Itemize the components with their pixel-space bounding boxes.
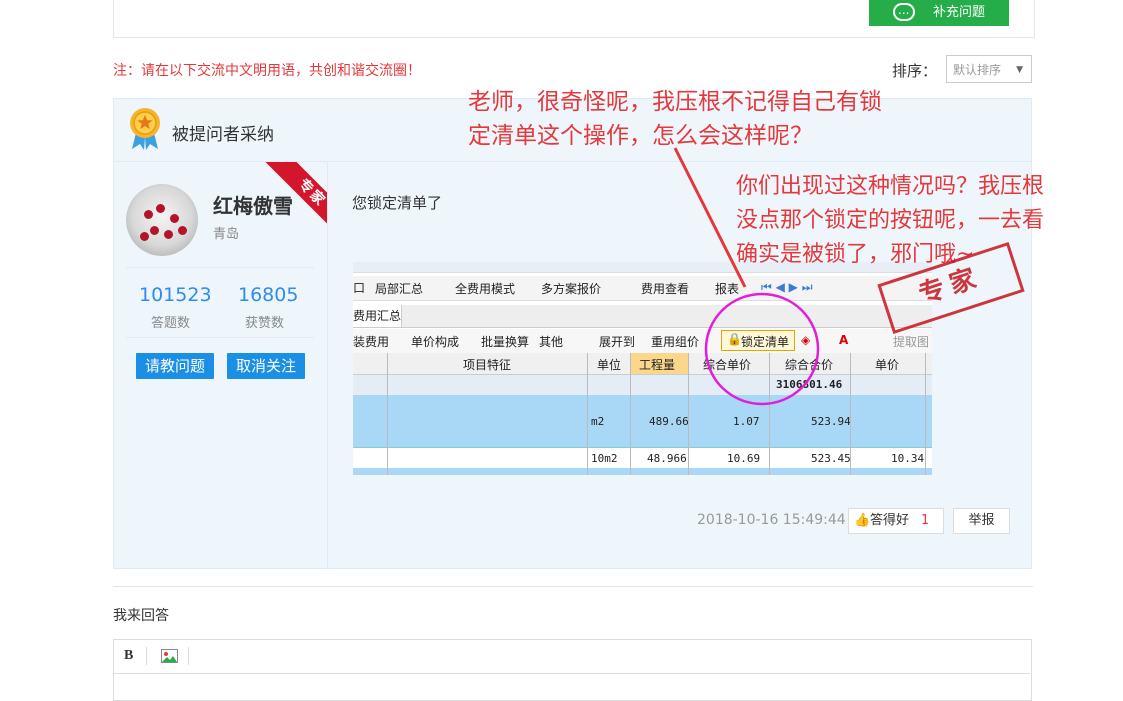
report-button[interactable]: 举报 [953,508,1010,534]
toolbar-item: 提取图 [893,335,930,349]
grid-line [769,353,770,475]
software-toolbar-2: 装费用 单价构成 批量换算 其他 展开到 重用组价 提取图 ◈ A [353,329,932,354]
toolbar-item: 单价构成 [411,335,460,349]
image-icon[interactable] [161,649,178,663]
cell: 10.69 [727,452,761,465]
lock-list-button: 🔒 锁定清单 [721,330,795,351]
grid-line [587,353,588,475]
cell: m2 [591,415,605,428]
toolbar-item: 批量换算 [481,335,530,349]
column-header: 项目特征 [463,358,512,372]
good-answer-button[interactable]: 👍 答得好 1 [848,508,944,534]
column-header: 工程量 [639,358,676,372]
adopted-label: 被提问者采纳 [172,125,274,145]
answerer-city: 青岛 [213,227,240,242]
answerer-name[interactable]: 红梅傲雪 [213,190,293,219]
sort-select[interactable]: 默认排序 ▼ [946,55,1032,83]
my-answer-label: 我来回答 [113,608,169,624]
sum-value: 3106801.46 [776,378,843,391]
supplement-question-button[interactable]: 补充问题 [869,0,1009,26]
overlay-line: 你们出现过这种情况吗？我压根 [736,174,1045,199]
attached-screenshot[interactable]: 口 局部汇总 全费用模式 多方案报价 费用查看 报表 ⏮ ◀ ▶ ⏭ 费用汇总 … [353,262,932,475]
lock-list-label: 锁定清单 [741,335,790,349]
separator [188,647,189,665]
nav-arrows-icon: ⏮ ◀ ▶ ⏭ [761,280,813,294]
divider [126,267,314,268]
grid-line [925,353,926,475]
answer-text: 您锁定清单了 [352,194,443,212]
medal-icon [130,108,160,150]
ask-expert-button[interactable]: 请教问题 [136,353,214,379]
separator [146,647,147,665]
grid-line [630,353,631,475]
good-answer-label: 答得好 [870,513,910,528]
like-count-label: 获赞数 [245,316,285,331]
answer-count: 101523 [139,284,212,306]
like-count: 16805 [238,284,299,306]
overlay-line: 没点那个锁定的按钮呢，一去看 [736,208,1045,233]
cell: 489.66 [649,415,689,428]
grid-line [850,353,851,475]
software-tab-row: 费用汇总 [353,305,932,328]
answer-count-label: 答题数 [151,316,191,331]
question-overlay: 老师，很奇怪呢，我压根不记得自己有锁 定清单这个操作，怎么会这样呢？ [468,85,882,153]
cell: 1.07 [733,415,760,428]
column-header: 单位 [597,358,622,372]
paint-bucket-icon: ◈ [801,333,811,347]
toolbar-item: 展开到 [599,335,636,349]
grid-row-selected: m2 489.66 1.07 523.94 [353,395,932,448]
toolbar-item: 重用组价 [651,335,700,349]
sort-label: 排序： [892,62,938,80]
civility-notice: 注：请在以下交流中文明用语，共创和谐交流圈！ [113,63,421,79]
divider [126,337,314,338]
chat-bubble-icon [893,0,915,23]
toolbar-item: 局部汇总 [375,282,424,296]
grid-line [688,353,689,475]
cell: 523.94 [811,415,851,428]
column-header: 单价 [875,358,900,372]
good-answer-count: 1 [921,513,930,528]
cell: 10m2 [591,452,618,465]
toolbar-item: 费用查看 [641,282,690,296]
column-header: 综合单价 [703,358,752,372]
bold-button[interactable]: B [124,648,133,664]
divider [113,586,1033,587]
chevron-down-icon: ▼ [1016,65,1023,75]
lock-icon: 🔒 [727,332,742,346]
column-header-qty-highlight: 工程量 [631,353,688,374]
grid-row-selected [353,468,932,475]
unfollow-button[interactable]: 取消关注 [227,353,305,379]
cell: 523.45 [811,452,851,465]
supplement-label: 补充问题 [933,5,986,20]
toolbar-item: 多方案报价 [541,282,602,296]
toolbar-item: 其他 [539,335,564,349]
cell: 10.34 [891,452,925,465]
answer-date: 2018-10-16 15:49:44 [697,512,846,528]
font-color-icon: A [839,333,849,347]
editor-toolbar: B [113,639,1030,674]
column-header: 综合合价 [785,358,834,372]
sort-value: 默认排序 [953,63,1002,77]
grid-line [387,353,388,475]
toolbar-item: 装费用 [353,335,390,349]
grid-row: 10m2 48.966 10.69 523.45 10.34 [353,448,932,468]
thumbs-up-icon: 👍 [854,513,871,528]
overlay-line: 定清单这个操作，怎么会这样呢？ [468,123,813,149]
cell: 48.966 [647,452,687,465]
avatar[interactable] [126,184,198,256]
overlay-line: 老师，很奇怪呢，我压根不记得自己有锁 [468,89,882,115]
toolbar-item: 报表 [715,282,740,296]
toolbar-item: 全费用模式 [455,282,516,296]
software-toolbar: 口 局部汇总 全费用模式 多方案报价 费用查看 报表 ⏮ ◀ ▶ ⏭ [353,276,932,301]
grid-sum-row: 3106801.46 [353,375,932,396]
tab-fee-summary: 费用汇总 [353,305,402,327]
